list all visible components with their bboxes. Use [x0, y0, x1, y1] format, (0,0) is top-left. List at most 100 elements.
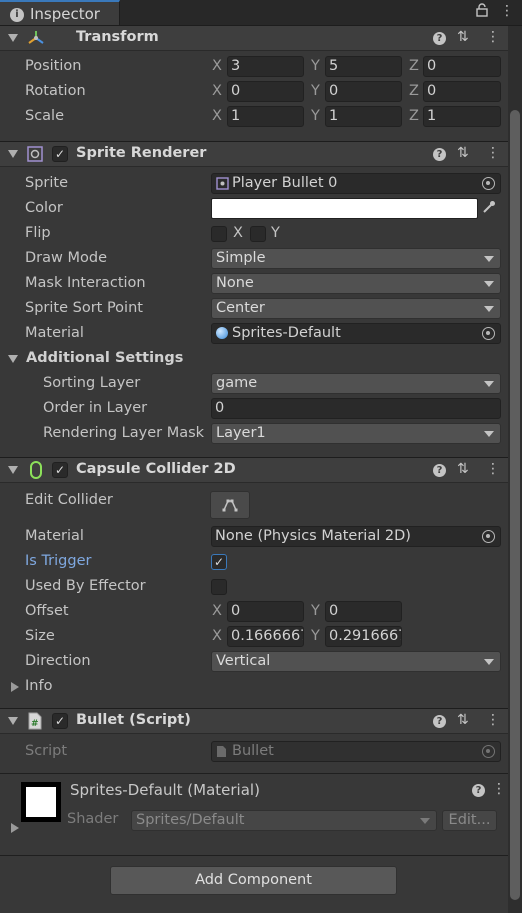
- sorting-layer-dropdown[interactable]: game: [211, 373, 501, 394]
- axis-z-label[interactable]: Z: [409, 58, 419, 74]
- capsule-collider-enabled-checkbox[interactable]: ✓: [52, 462, 68, 478]
- used-by-effector-label: Used By Effector: [25, 578, 146, 594]
- help-icon[interactable]: ?: [472, 784, 485, 797]
- preset-icon[interactable]: ⇅: [457, 461, 469, 477]
- shader-label: Shader: [67, 811, 119, 827]
- axis-z-label[interactable]: Z: [409, 108, 419, 124]
- mask-interaction-dropdown[interactable]: None: [211, 273, 501, 294]
- material-fold-icon[interactable]: [11, 823, 19, 833]
- material-menu-icon[interactable]: ⋮: [492, 781, 506, 797]
- fold-arrow-icon[interactable]: [8, 717, 18, 725]
- offset-y-field[interactable]: 0: [325, 601, 402, 622]
- help-icon[interactable]: ?: [433, 148, 446, 161]
- scale-z-field[interactable]: 1: [423, 106, 501, 127]
- axis-z-label[interactable]: Z: [409, 83, 419, 99]
- position-z-field[interactable]: 0: [423, 56, 501, 77]
- axis-x-label[interactable]: X: [212, 628, 222, 644]
- preset-icon[interactable]: ⇅: [457, 29, 469, 45]
- used-by-effector-checkbox[interactable]: [211, 579, 227, 595]
- position-y-field[interactable]: 5: [325, 56, 402, 77]
- shader-edit-button[interactable]: Edit...: [442, 810, 497, 831]
- axis-y-label[interactable]: Y: [311, 58, 320, 74]
- axis-x-label[interactable]: X: [212, 108, 222, 124]
- capsule-collider-header[interactable]: ✓ Capsule Collider 2D ? ⇅ ⋮: [0, 457, 508, 483]
- order-in-layer-field[interactable]: 0: [211, 398, 501, 419]
- preset-icon[interactable]: ⇅: [457, 712, 469, 728]
- sprite-object-field[interactable]: Player Bullet 0: [211, 173, 501, 194]
- component-menu-icon[interactable]: ⋮: [486, 712, 500, 728]
- fold-arrow-icon[interactable]: [8, 150, 18, 158]
- axis-y-label[interactable]: Y: [311, 628, 320, 644]
- object-picker-icon[interactable]: [482, 327, 495, 340]
- sprite-renderer-title: Sprite Renderer: [76, 145, 207, 161]
- axis-x-label[interactable]: X: [212, 58, 222, 74]
- flip-y-checkbox[interactable]: [250, 226, 266, 242]
- tab-label: Inspector: [30, 5, 100, 23]
- edit-collider-button[interactable]: [210, 491, 250, 519]
- info-label[interactable]: Info: [25, 678, 52, 694]
- sprite-label: Sprite: [25, 175, 69, 191]
- eyedropper-icon[interactable]: [482, 200, 496, 218]
- material-object-field[interactable]: Sprites-Default: [211, 323, 501, 344]
- sprite-sort-point-value: Center: [216, 300, 265, 316]
- object-picker-icon[interactable]: [482, 177, 495, 190]
- info-fold-icon[interactable]: [11, 682, 19, 692]
- bullet-script-header[interactable]: # ✓ Bullet (Script) ? ⇅ ⋮: [0, 708, 508, 734]
- lock-icon[interactable]: [476, 3, 488, 21]
- scale-x-field[interactable]: 1: [227, 106, 304, 127]
- flip-label: Flip: [25, 225, 51, 241]
- help-icon[interactable]: ?: [433, 715, 446, 728]
- draw-mode-dropdown[interactable]: Simple: [211, 248, 501, 269]
- is-trigger-checkbox[interactable]: ✓: [211, 554, 227, 570]
- order-in-layer-label: Order in Layer: [43, 400, 148, 416]
- axis-y-label[interactable]: Y: [311, 83, 320, 99]
- rendering-layer-mask-dropdown[interactable]: Layer1: [211, 423, 501, 444]
- rotation-x-field[interactable]: 0: [227, 81, 304, 102]
- direction-dropdown[interactable]: Vertical: [211, 651, 501, 672]
- svg-text:#: #: [31, 719, 39, 729]
- transform-header[interactable]: Transform ? ⇅ ⋮: [0, 25, 508, 51]
- scale-y-field[interactable]: 1: [325, 106, 402, 127]
- axis-y-label[interactable]: Y: [311, 603, 320, 619]
- sprite-sort-point-dropdown[interactable]: Center: [211, 298, 501, 319]
- preset-icon[interactable]: ⇅: [457, 145, 469, 161]
- material-label: Material: [25, 325, 84, 341]
- sprite-renderer-header[interactable]: ✓ Sprite Renderer ? ⇅ ⋮: [0, 141, 508, 167]
- axis-x-label[interactable]: X: [212, 83, 222, 99]
- script-file-icon: [216, 745, 227, 761]
- tab-menu-icon[interactable]: ⋮: [500, 3, 514, 19]
- help-icon[interactable]: ?: [433, 464, 446, 477]
- offset-x-field[interactable]: 0: [227, 601, 304, 622]
- axis-y-label[interactable]: Y: [311, 108, 320, 124]
- color-swatch[interactable]: [211, 198, 478, 219]
- tab-inspector[interactable]: i Inspector: [0, 0, 120, 26]
- size-y-field[interactable]: 0.2916667: [325, 626, 402, 647]
- fold-arrow-icon[interactable]: [8, 34, 18, 42]
- fold-arrow-icon[interactable]: [8, 466, 18, 474]
- additional-settings-title[interactable]: Additional Settings: [26, 350, 183, 366]
- component-menu-icon[interactable]: ⋮: [486, 461, 500, 477]
- bullet-script-enabled-checkbox[interactable]: ✓: [52, 713, 68, 729]
- position-x-field[interactable]: 3: [227, 56, 304, 77]
- rotation-y-field[interactable]: 0: [325, 81, 402, 102]
- help-icon[interactable]: ?: [433, 32, 446, 45]
- size-x-field[interactable]: 0.1666667: [227, 626, 304, 647]
- rotation-z-field[interactable]: 0: [423, 81, 501, 102]
- shader-dropdown[interactable]: Sprites/Default: [131, 810, 437, 831]
- axis-x-label[interactable]: X: [212, 603, 222, 619]
- dropdown-arrow-icon: [484, 281, 494, 287]
- sprite-asset-icon: [216, 177, 229, 193]
- sprite-renderer-enabled-checkbox[interactable]: ✓: [52, 146, 68, 162]
- draw-mode-value: Simple: [216, 250, 266, 266]
- flip-x-checkbox[interactable]: [211, 226, 227, 242]
- collider-material-field[interactable]: None (Physics Material 2D): [211, 526, 501, 547]
- object-picker-icon[interactable]: [482, 530, 495, 543]
- edit-collider-icon: [222, 499, 238, 512]
- script-icon: #: [28, 712, 42, 734]
- mask-interaction-value: None: [216, 275, 254, 291]
- scrollbar-thumb[interactable]: [510, 110, 520, 900]
- component-menu-icon[interactable]: ⋮: [486, 145, 500, 161]
- component-menu-icon[interactable]: ⋮: [486, 29, 500, 45]
- additional-settings-fold-icon[interactable]: [8, 355, 18, 363]
- add-component-button[interactable]: Add Component: [110, 866, 397, 895]
